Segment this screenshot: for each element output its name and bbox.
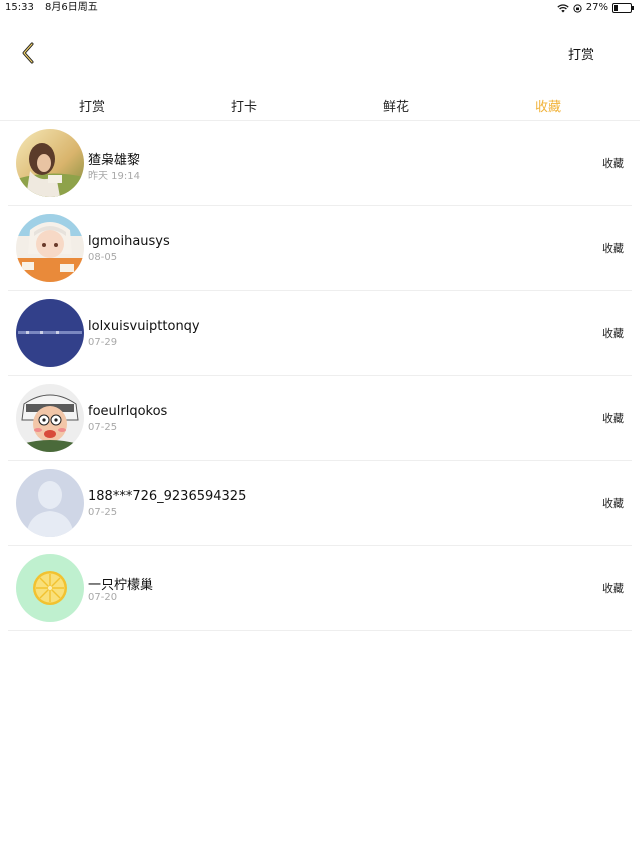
favorite-label[interactable]: 收藏 (602, 410, 624, 426)
battery-fill (614, 5, 619, 11)
user-name: lgmoihausys (88, 234, 170, 249)
tab-checkin[interactable]: 打卡 (204, 96, 284, 115)
list-item[interactable]: foeulrlqokos 07-25 收藏 (8, 376, 632, 461)
default-avatar[interactable] (16, 469, 84, 537)
user-time: 07-25 (88, 507, 118, 518)
tab-favorites[interactable]: 收藏 (508, 96, 588, 115)
wifi-icon (557, 3, 569, 12)
status-bar: 15:33 8月6日周五 27% (0, 0, 640, 16)
favorite-label[interactable]: 收藏 (602, 495, 624, 511)
user-name: 188***726_9236594325 (88, 489, 247, 504)
tab-reward[interactable]: 打赏 (52, 96, 132, 115)
user-time: 07-25 (88, 422, 118, 433)
battery-percent: 27% (585, 2, 608, 13)
nav-bar: 打赏 (0, 30, 640, 78)
favorite-label[interactable]: 收藏 (602, 580, 624, 596)
user-time: 07-29 (88, 337, 118, 348)
favorite-label[interactable]: 收藏 (602, 325, 624, 341)
favorite-label[interactable]: 收藏 (602, 155, 624, 171)
anime-avatar[interactable] (16, 214, 84, 282)
status-left: 15:33 8月6日周五 (5, 0, 106, 16)
orientation-lock-icon (573, 3, 582, 13)
user-time: 昨天 19:14 (88, 171, 140, 182)
list-item[interactable]: 188***726_9236594325 07-25 收藏 (8, 461, 632, 546)
status-time: 15:33 (5, 2, 34, 13)
user-name: 一只柠檬巢 (88, 578, 154, 593)
list-item[interactable]: 一只柠檬巢 07-20 收藏 (8, 546, 632, 631)
user-time: 07-20 (88, 592, 118, 603)
user-name: lolxuisvuipttonqy (88, 319, 200, 334)
tab-flowers[interactable]: 鲜花 (356, 96, 436, 115)
status-date: 8月6日周五 (45, 2, 98, 13)
tab-bar: 打赏 打卡 鲜花 收藏 (0, 90, 640, 121)
cartoon-avatar[interactable] (16, 384, 84, 452)
user-name: 猹枭雄黎 (88, 153, 141, 168)
favorite-label[interactable]: 收藏 (602, 240, 624, 256)
lemon-avatar[interactable] (16, 554, 84, 622)
photo-avatar[interactable] (16, 129, 84, 197)
user-name: foeulrlqokos (88, 404, 168, 419)
reward-action-button[interactable]: 打赏 (568, 44, 594, 63)
user-time: 08-05 (88, 252, 118, 263)
list-item[interactable]: lgmoihausys 08-05 收藏 (8, 206, 632, 291)
favorites-list: 猹枭雄黎 昨天 19:14 收藏 lgmoihausys 08-05 收藏 lo… (0, 121, 640, 631)
blue-text-avatar[interactable] (16, 299, 84, 367)
battery-icon (612, 3, 634, 13)
status-right: 27% (557, 0, 634, 16)
chevron-left-icon (22, 42, 34, 64)
list-item[interactable]: 猹枭雄黎 昨天 19:14 收藏 (8, 121, 632, 206)
back-button[interactable] (16, 40, 42, 66)
list-item[interactable]: lolxuisvuipttonqy 07-29 收藏 (8, 291, 632, 376)
